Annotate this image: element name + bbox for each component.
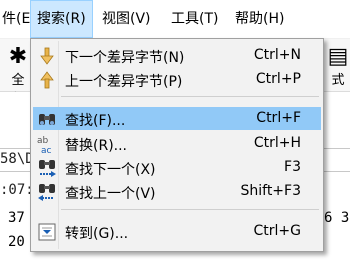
menu-item-goto[interactable]: 转到(G)... Ctrl+G bbox=[33, 220, 321, 243]
menu-item-next-diff-byte[interactable]: 下一个差异字节(N) Ctrl+N bbox=[33, 44, 321, 67]
search-menu-dropdown: 下一个差异字节(N) Ctrl+N 上一个差异字节(P) Ctrl+P 查找(F… bbox=[30, 38, 324, 252]
arrow-up-icon bbox=[37, 70, 57, 90]
find-next-icon bbox=[37, 158, 57, 178]
asterisk-icon: ✱ bbox=[8, 44, 28, 69]
menu-item-find-prev[interactable]: 查找上一个(V) Shift+F3 bbox=[33, 180, 321, 203]
format-icon: ▤ bbox=[327, 44, 349, 69]
menu-item-prev-diff-byte[interactable]: 上一个差异字节(P) Ctrl+P bbox=[33, 68, 321, 91]
menu-separator bbox=[61, 209, 319, 210]
replace-icon: ab ac bbox=[37, 134, 57, 154]
format-button[interactable]: ▤ 式 bbox=[326, 44, 350, 89]
goto-icon bbox=[37, 222, 57, 242]
arrow-down-icon bbox=[37, 46, 57, 66]
hex-row-1: 37 bbox=[8, 210, 25, 226]
menu-item-find-next[interactable]: 查找下一个(X) F3 bbox=[33, 156, 321, 179]
menu-view[interactable]: 视图(V) bbox=[96, 0, 157, 38]
menu-search[interactable]: 搜索(R) bbox=[30, 0, 93, 38]
menu-item-find[interactable]: 查找(F)... Ctrl+F bbox=[33, 107, 321, 130]
path-fragment: 58\D bbox=[0, 151, 34, 167]
svg-text:ab: ab bbox=[37, 136, 49, 146]
hex-row-1-right: 6 3 bbox=[324, 210, 350, 226]
format-label: 式 bbox=[331, 73, 345, 88]
menu-bar: 件(E) 搜索(R) 视图(V) 工具(T) 帮助(H) bbox=[0, 0, 350, 39]
time-fragment: :07: bbox=[0, 182, 34, 198]
find-prev-icon bbox=[37, 182, 57, 202]
menu-help[interactable]: 帮助(H) bbox=[229, 0, 290, 38]
svg-text:ac: ac bbox=[41, 146, 52, 154]
menu-separator bbox=[61, 96, 319, 97]
menu-tools[interactable]: 工具(T) bbox=[165, 0, 224, 38]
menu-item-replace[interactable]: ab ac 替换(R)... Ctrl+H bbox=[33, 132, 321, 155]
binoculars-icon bbox=[37, 109, 57, 129]
